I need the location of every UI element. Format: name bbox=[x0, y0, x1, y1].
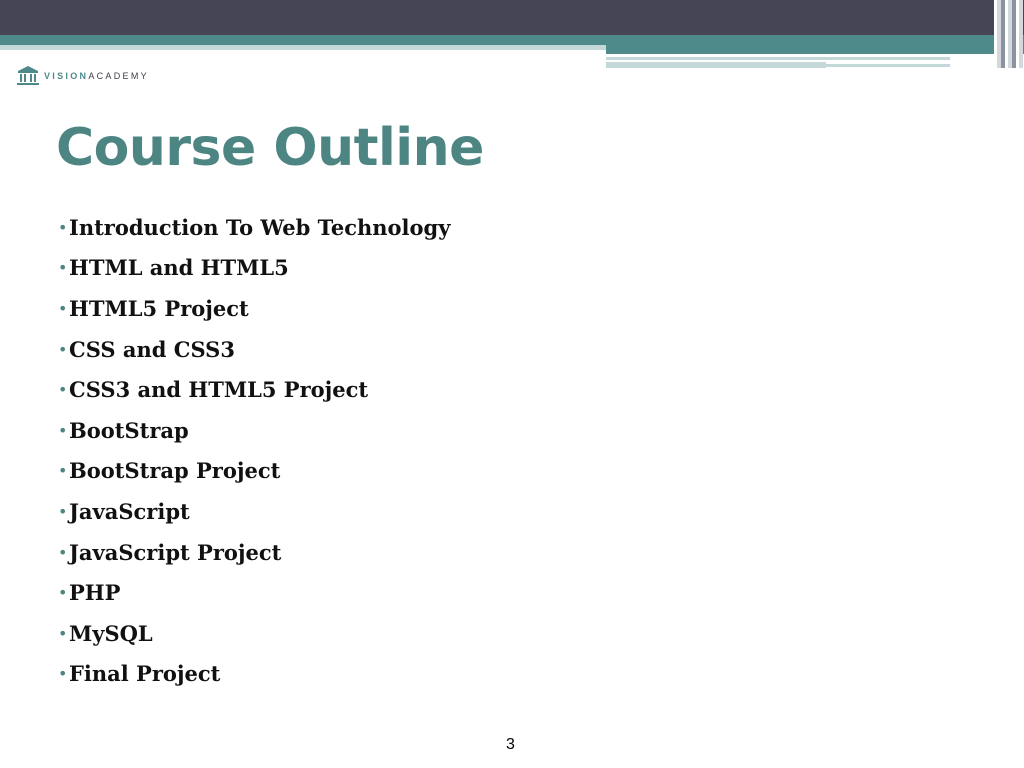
outline-item: • PHP bbox=[58, 572, 450, 613]
outline-item-label: CSS and CSS3 bbox=[69, 336, 235, 362]
outline-item-label: HTML and HTML5 bbox=[69, 255, 289, 281]
outline-item: • BootStrap Project bbox=[58, 451, 450, 492]
bullet-icon: • bbox=[58, 623, 68, 643]
outline-item-label: JavaScript bbox=[69, 498, 190, 524]
vision-academy-logo: VISIONACADEMY bbox=[16, 65, 149, 87]
outline-item-label: JavaScript Project bbox=[69, 539, 282, 565]
outline-item: • Final Project bbox=[58, 654, 450, 695]
outline-item: • CSS and CSS3 bbox=[58, 329, 450, 370]
outline-item: • JavaScript Project bbox=[58, 532, 450, 573]
bullet-icon: • bbox=[58, 501, 68, 521]
bullet-icon: • bbox=[58, 298, 68, 318]
outline-item: • MySQL bbox=[58, 613, 450, 654]
outline-item-label: HTML5 Project bbox=[69, 295, 249, 321]
outline-item: • CSS3 and HTML5 Project bbox=[58, 369, 450, 410]
bullet-icon: • bbox=[58, 380, 68, 400]
outline-item-label: CSS3 and HTML5 Project bbox=[69, 377, 369, 403]
outline-item-label: BootStrap bbox=[69, 417, 189, 443]
header-vertical-stripes bbox=[994, 0, 1024, 68]
header-line-light bbox=[606, 57, 950, 60]
header-line-light-short bbox=[606, 62, 826, 68]
outline-item: • HTML and HTML5 bbox=[58, 248, 450, 289]
slide-title: Course Outline bbox=[56, 118, 484, 178]
bullet-icon: • bbox=[58, 542, 68, 562]
logo-text: VISIONACADEMY bbox=[44, 71, 149, 81]
bullet-icon: • bbox=[58, 217, 68, 237]
logo-brand-academy: ACADEMY bbox=[88, 71, 149, 81]
outline-item-label: PHP bbox=[69, 580, 121, 606]
outline-item: • BootStrap bbox=[58, 410, 450, 451]
outline-item: • JavaScript bbox=[58, 491, 450, 532]
bullet-icon: • bbox=[58, 339, 68, 359]
header-line-light-thin bbox=[826, 64, 950, 67]
header-band-teal-right bbox=[606, 45, 1024, 54]
bullet-icon: • bbox=[58, 258, 68, 278]
logo-brand-vision: VISION bbox=[44, 71, 89, 81]
academy-building-icon bbox=[17, 66, 39, 85]
slide-page-number: 3 bbox=[506, 736, 515, 753]
header-band-light bbox=[0, 45, 606, 50]
outline-item-label: Introduction To Web Technology bbox=[69, 214, 451, 240]
header-band-dark bbox=[0, 0, 1024, 35]
bullet-icon: • bbox=[58, 461, 68, 481]
outline-item-label: Final Project bbox=[69, 661, 221, 687]
bullet-icon: • bbox=[58, 420, 68, 440]
outline-item-label: BootStrap Project bbox=[69, 458, 281, 484]
bullet-icon: • bbox=[58, 583, 68, 603]
header-band-teal bbox=[0, 35, 1024, 45]
bullet-icon: • bbox=[58, 664, 68, 684]
outline-item: • HTML5 Project bbox=[58, 288, 450, 329]
outline-item-label: MySQL bbox=[69, 620, 153, 646]
outline-item: • Introduction To Web Technology bbox=[58, 207, 450, 248]
course-outline-list: • Introduction To Web Technology • HTML an… bbox=[58, 207, 450, 694]
